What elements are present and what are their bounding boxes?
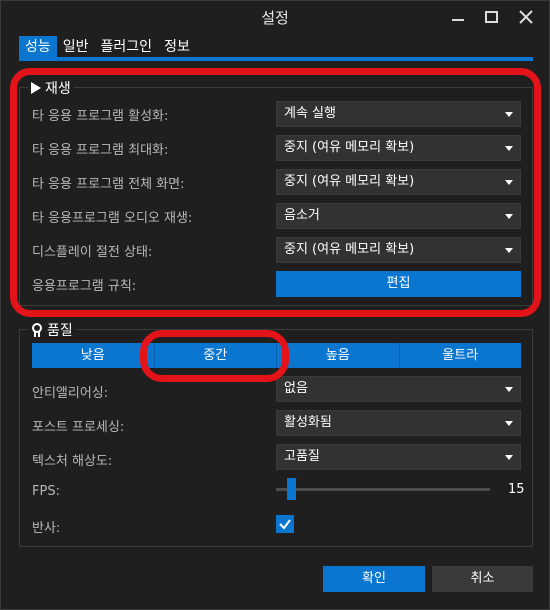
quality-group-title: 품질 bbox=[28, 320, 76, 340]
tab-about[interactable]: 정보 bbox=[158, 36, 196, 58]
reflection-label: 반사: bbox=[32, 521, 61, 536]
texture-dropdown[interactable]: 고품질 bbox=[276, 444, 521, 470]
chevron-down-icon bbox=[505, 387, 513, 392]
postprocessing-dropdown[interactable]: 활성화됨 bbox=[276, 410, 521, 436]
settings-window: 설정 성능 일반 플러그인 정보 재생 타 응용 프로그램 활성화: 계속 실행… bbox=[0, 0, 550, 610]
maximize-button[interactable] bbox=[474, 1, 508, 33]
preset-high-button[interactable]: 높음 bbox=[277, 343, 400, 368]
preset-low-button[interactable]: 낮음 bbox=[32, 343, 155, 368]
annotation-highlight-medium bbox=[140, 330, 289, 382]
minimize-button[interactable] bbox=[441, 1, 475, 33]
title-bar: 설정 bbox=[1, 1, 549, 33]
tab-performance[interactable]: 성능 bbox=[19, 36, 57, 58]
tab-bar: 성능 일반 플러그인 정보 bbox=[19, 36, 196, 58]
antialiasing-label: 안티앨리어싱: bbox=[32, 386, 109, 401]
close-icon bbox=[519, 10, 533, 24]
texture-label: 텍스처 해상도: bbox=[32, 454, 113, 469]
postprocessing-value: 활성화됨 bbox=[284, 415, 332, 430]
reflection-checkbox[interactable] bbox=[276, 515, 294, 533]
chevron-down-icon bbox=[505, 455, 513, 460]
maximize-icon bbox=[484, 11, 498, 23]
antialiasing-dropdown[interactable]: 없음 bbox=[276, 376, 521, 402]
tab-plugins[interactable]: 플러그인 bbox=[95, 36, 159, 58]
tab-underline bbox=[19, 57, 533, 61]
postprocessing-label: 포스트 프로세싱: bbox=[32, 420, 125, 435]
preset-ultra-button[interactable]: 울트라 bbox=[399, 343, 521, 368]
cancel-button[interactable]: 취소 bbox=[432, 566, 533, 592]
fps-label: FPS: bbox=[32, 484, 60, 499]
checkmark-icon bbox=[279, 519, 291, 530]
fps-value: 15 bbox=[508, 482, 525, 497]
annotation-highlight-playback bbox=[10, 68, 541, 317]
ok-button[interactable]: 확인 bbox=[323, 566, 425, 592]
tab-general[interactable]: 일반 bbox=[57, 36, 95, 58]
fps-slider-handle[interactable] bbox=[287, 478, 296, 500]
fps-slider-track[interactable] bbox=[276, 488, 490, 491]
chevron-down-icon bbox=[505, 421, 513, 426]
award-icon bbox=[31, 323, 43, 337]
quality-title-label: 품질 bbox=[47, 323, 73, 339]
antialiasing-value: 없음 bbox=[284, 381, 308, 396]
close-button[interactable] bbox=[509, 1, 543, 33]
minimize-icon bbox=[452, 19, 464, 21]
texture-value: 고품질 bbox=[284, 449, 320, 464]
